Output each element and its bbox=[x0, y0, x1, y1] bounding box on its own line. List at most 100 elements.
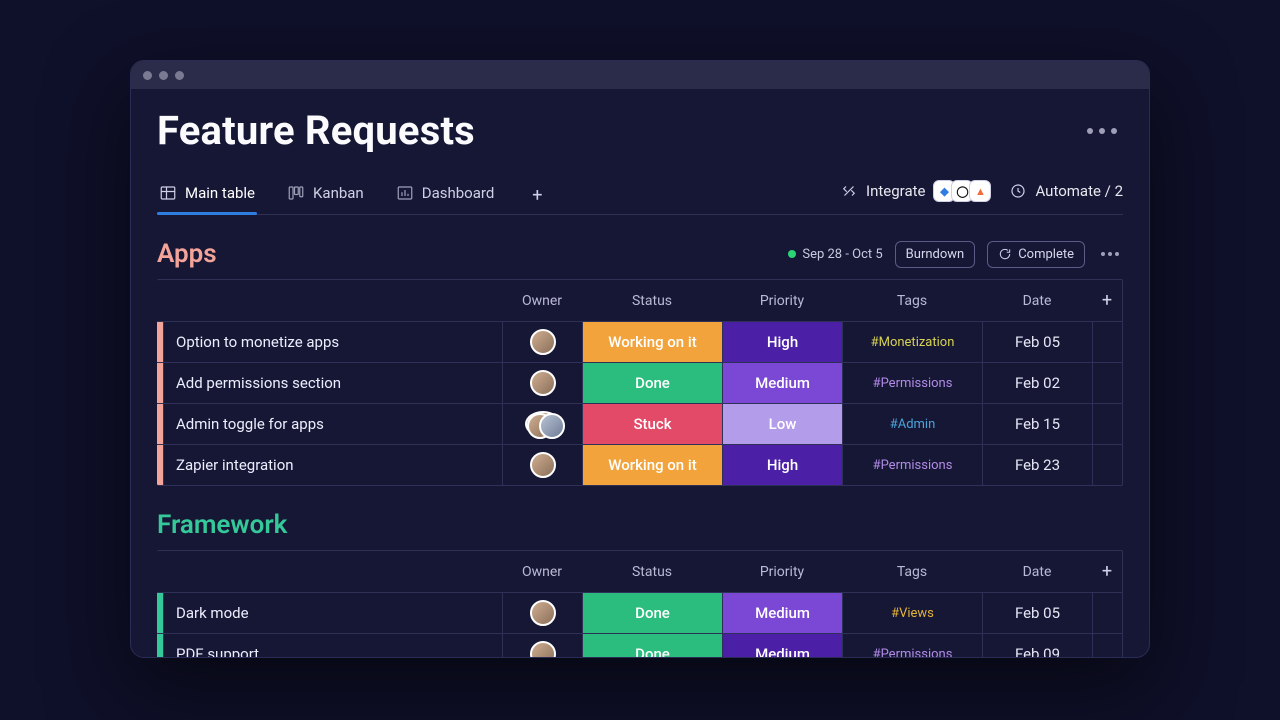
row-owner[interactable] bbox=[502, 634, 582, 657]
row-title[interactable]: PDF support bbox=[163, 634, 502, 657]
app-window: Feature Requests Main table bbox=[130, 60, 1150, 658]
row-tag[interactable]: #Permissions bbox=[842, 445, 982, 485]
row-trail bbox=[1092, 363, 1122, 403]
integration-badge-icon: ▲ bbox=[969, 180, 991, 202]
automate-button[interactable]: Automate / 2 bbox=[1009, 182, 1123, 200]
tab-main-table[interactable]: Main table bbox=[157, 176, 257, 214]
table-row[interactable]: Dark mode DoneMedium#ViewsFeb 05 bbox=[157, 592, 1122, 633]
row-date[interactable]: Feb 02 bbox=[982, 363, 1092, 403]
row-owner[interactable] bbox=[502, 322, 582, 362]
automation-icon bbox=[1009, 182, 1027, 200]
add-column-button[interactable]: + bbox=[1092, 551, 1122, 592]
avatar-icon bbox=[530, 600, 556, 626]
table-row[interactable]: Option to monetize apps Working on itHigh… bbox=[157, 321, 1122, 362]
row-priority[interactable]: High bbox=[722, 445, 842, 485]
window-close-icon[interactable] bbox=[143, 71, 152, 80]
row-date[interactable]: Feb 05 bbox=[982, 593, 1092, 633]
row-status[interactable]: Working on it bbox=[582, 322, 722, 362]
avatar-icon bbox=[525, 411, 561, 437]
row-title[interactable]: Admin toggle for apps bbox=[163, 404, 502, 444]
column-header[interactable]: Status bbox=[582, 283, 722, 319]
group-title[interactable]: Framework bbox=[157, 510, 287, 540]
table-row[interactable]: Admin toggle for apps StuckLow#AdminFeb 1… bbox=[157, 403, 1122, 444]
column-header[interactable]: Owner bbox=[502, 283, 582, 319]
row-tag[interactable]: #Permissions bbox=[842, 363, 982, 403]
row-tag[interactable]: #Monetization bbox=[842, 322, 982, 362]
group-table: OwnerStatusPriorityTagsDate+ Dark mode Don… bbox=[157, 550, 1123, 657]
status-dot-icon bbox=[788, 250, 796, 258]
row-priority[interactable]: Medium bbox=[722, 634, 842, 657]
table-icon bbox=[159, 184, 177, 202]
window-maximize-icon[interactable] bbox=[175, 71, 184, 80]
column-header[interactable]: Status bbox=[582, 554, 722, 590]
avatar-icon bbox=[530, 641, 556, 657]
row-status[interactable]: Stuck bbox=[582, 404, 722, 444]
row-owner[interactable] bbox=[502, 445, 582, 485]
row-tag[interactable]: #Admin bbox=[842, 404, 982, 444]
row-priority[interactable]: Medium bbox=[722, 363, 842, 403]
column-header bbox=[163, 291, 502, 311]
column-header[interactable]: Date bbox=[982, 283, 1092, 319]
add-column-button[interactable]: + bbox=[1092, 280, 1122, 321]
integrate-label: Integrate bbox=[866, 182, 925, 200]
row-trail bbox=[1092, 593, 1122, 633]
dots-icon bbox=[1087, 128, 1093, 134]
row-owner[interactable] bbox=[502, 363, 582, 403]
row-date[interactable]: Feb 15 bbox=[982, 404, 1092, 444]
burndown-button[interactable]: Burndown bbox=[895, 241, 976, 268]
row-title[interactable]: Zapier integration bbox=[163, 445, 502, 485]
row-tag[interactable]: #Permissions bbox=[842, 634, 982, 657]
tab-label: Dashboard bbox=[422, 184, 495, 202]
table-row[interactable]: Zapier integration Working on itHigh#Perm… bbox=[157, 444, 1122, 485]
row-priority[interactable]: High bbox=[722, 322, 842, 362]
row-trail bbox=[1092, 322, 1122, 362]
row-owner[interactable] bbox=[502, 593, 582, 633]
tab-kanban[interactable]: Kanban bbox=[285, 176, 366, 214]
avatar-icon bbox=[530, 370, 556, 396]
row-status[interactable]: Working on it bbox=[582, 445, 722, 485]
integration-badges: ◆ ◯ ▲ bbox=[933, 180, 991, 202]
column-header[interactable]: Date bbox=[982, 554, 1092, 590]
row-priority[interactable]: Low bbox=[722, 404, 842, 444]
group-apps: AppsSep 28 - Oct 5BurndownCompleteOwnerS… bbox=[157, 239, 1123, 486]
column-header[interactable]: Tags bbox=[842, 283, 982, 319]
group-table: OwnerStatusPriorityTagsDate+Option to mo… bbox=[157, 279, 1123, 486]
window-minimize-icon[interactable] bbox=[159, 71, 168, 80]
row-status[interactable]: Done bbox=[582, 363, 722, 403]
complete-button[interactable]: Complete bbox=[987, 241, 1085, 268]
table-row[interactable]: Add permissions section DoneMedium#Permis… bbox=[157, 362, 1122, 403]
row-priority[interactable]: Medium bbox=[722, 593, 842, 633]
window-titlebar bbox=[131, 61, 1149, 89]
column-header[interactable]: Priority bbox=[722, 283, 842, 319]
chart-icon bbox=[396, 184, 414, 202]
row-trail bbox=[1092, 445, 1122, 485]
group-title[interactable]: Apps bbox=[157, 239, 217, 269]
row-status[interactable]: Done bbox=[582, 634, 722, 657]
tab-dashboard[interactable]: Dashboard bbox=[394, 176, 497, 214]
row-title[interactable]: Dark mode bbox=[163, 593, 502, 633]
row-status[interactable]: Done bbox=[582, 593, 722, 633]
column-header[interactable]: Tags bbox=[842, 554, 982, 590]
add-view-button[interactable]: + bbox=[524, 179, 550, 212]
row-title[interactable]: Add permissions section bbox=[163, 363, 502, 403]
row-title[interactable]: Option to monetize apps bbox=[163, 322, 502, 362]
page-more-button[interactable] bbox=[1081, 122, 1123, 140]
row-owner[interactable] bbox=[502, 404, 582, 444]
plug-icon bbox=[840, 182, 858, 200]
row-date[interactable]: Feb 09 bbox=[982, 634, 1092, 657]
column-header[interactable]: Priority bbox=[722, 554, 842, 590]
date-range: Sep 28 - Oct 5 bbox=[788, 247, 882, 262]
row-date[interactable]: Feb 23 bbox=[982, 445, 1092, 485]
row-date[interactable]: Feb 05 bbox=[982, 322, 1092, 362]
row-tag[interactable]: #Views bbox=[842, 593, 982, 633]
column-header[interactable]: Owner bbox=[502, 554, 582, 590]
integrate-button[interactable]: Integrate ◆ ◯ ▲ bbox=[840, 180, 991, 202]
kanban-icon bbox=[287, 184, 305, 202]
avatar-icon bbox=[530, 329, 556, 355]
table-row[interactable]: PDF support DoneMedium#PermissionsFeb 09 bbox=[157, 633, 1122, 657]
group-more-button[interactable] bbox=[1097, 248, 1123, 260]
automate-label: Automate / 2 bbox=[1035, 182, 1123, 200]
page-title: Feature Requests bbox=[157, 107, 475, 154]
row-trail bbox=[1092, 634, 1122, 657]
tab-label: Main table bbox=[185, 184, 255, 202]
